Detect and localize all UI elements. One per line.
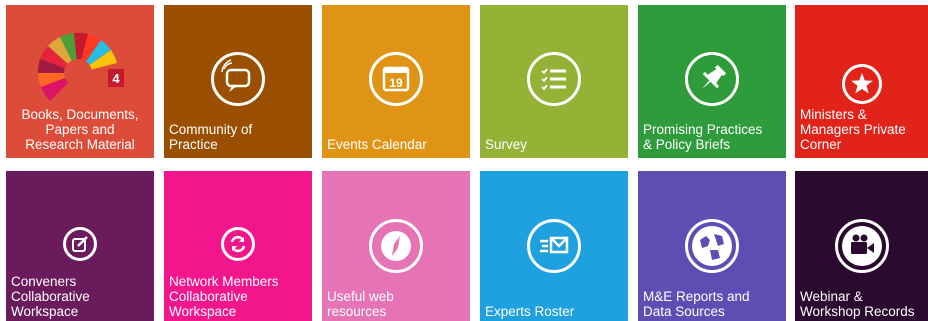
sdg-wheel-icon: 4	[37, 32, 124, 101]
tile-survey[interactable]: Survey	[480, 5, 628, 158]
tile-label: Promising Practices & Policy Briefs	[643, 122, 763, 152]
tile-label: Network Members Collaborative Workspace	[169, 274, 279, 319]
tile-label: Books, Documents, Papers and Research Ma…	[21, 107, 139, 152]
tile-webinar-records[interactable]: Webinar & Workshop Records	[795, 171, 928, 321]
tile-label: Webinar & Workshop Records	[800, 289, 915, 319]
tile-ministers-corner[interactable]: Ministers & Managers Private Corner	[795, 5, 928, 158]
pushpin-icon	[685, 52, 739, 106]
tile-events-calendar[interactable]: 19 Events Calendar	[322, 5, 470, 158]
tile-experts-roster[interactable]: Experts Roster	[480, 171, 628, 321]
tile-label: Survey	[485, 137, 528, 152]
tile-conveners-workspace[interactable]: Conveners Collaborative Workspace	[6, 171, 154, 321]
tile-label: Experts Roster	[485, 304, 575, 319]
tile-useful-web-resources[interactable]: Useful web resources	[322, 171, 470, 321]
edit-icon	[63, 227, 97, 261]
chat-bubble-icon	[211, 52, 265, 106]
tile-label: Ministers & Managers Private Corner	[800, 107, 906, 152]
tile-network-members-workspace[interactable]: Network Members Collaborative Workspace	[164, 171, 312, 321]
calendar-icon: 19	[369, 52, 423, 106]
tile-promising-practices[interactable]: Promising Practices & Policy Briefs	[638, 5, 786, 158]
star-icon	[841, 64, 882, 104]
sdg-badge: 4	[112, 71, 120, 86]
tile-label: Events Calendar	[327, 137, 427, 152]
globe-icon	[685, 219, 739, 273]
refresh-icon	[221, 227, 255, 261]
calendar-day: 19	[389, 76, 403, 90]
tile-community-of-practice[interactable]: Community of Practice	[164, 5, 312, 158]
tile-label: Community of Practice	[169, 122, 253, 152]
checklist-icon	[527, 52, 581, 106]
tile-books-documents[interactable]: 4 Books, Documents, Papers and Research …	[6, 5, 154, 158]
compass-icon	[369, 219, 423, 273]
tile-label: Conveners Collaborative Workspace	[11, 274, 90, 319]
tile-me-reports[interactable]: M&E Reports and Data Sources	[638, 171, 786, 321]
tile-label: M&E Reports and Data Sources	[643, 289, 750, 319]
mail-send-icon	[527, 219, 581, 273]
video-camera-icon	[834, 219, 889, 273]
tile-label: Useful web resources	[327, 289, 394, 319]
